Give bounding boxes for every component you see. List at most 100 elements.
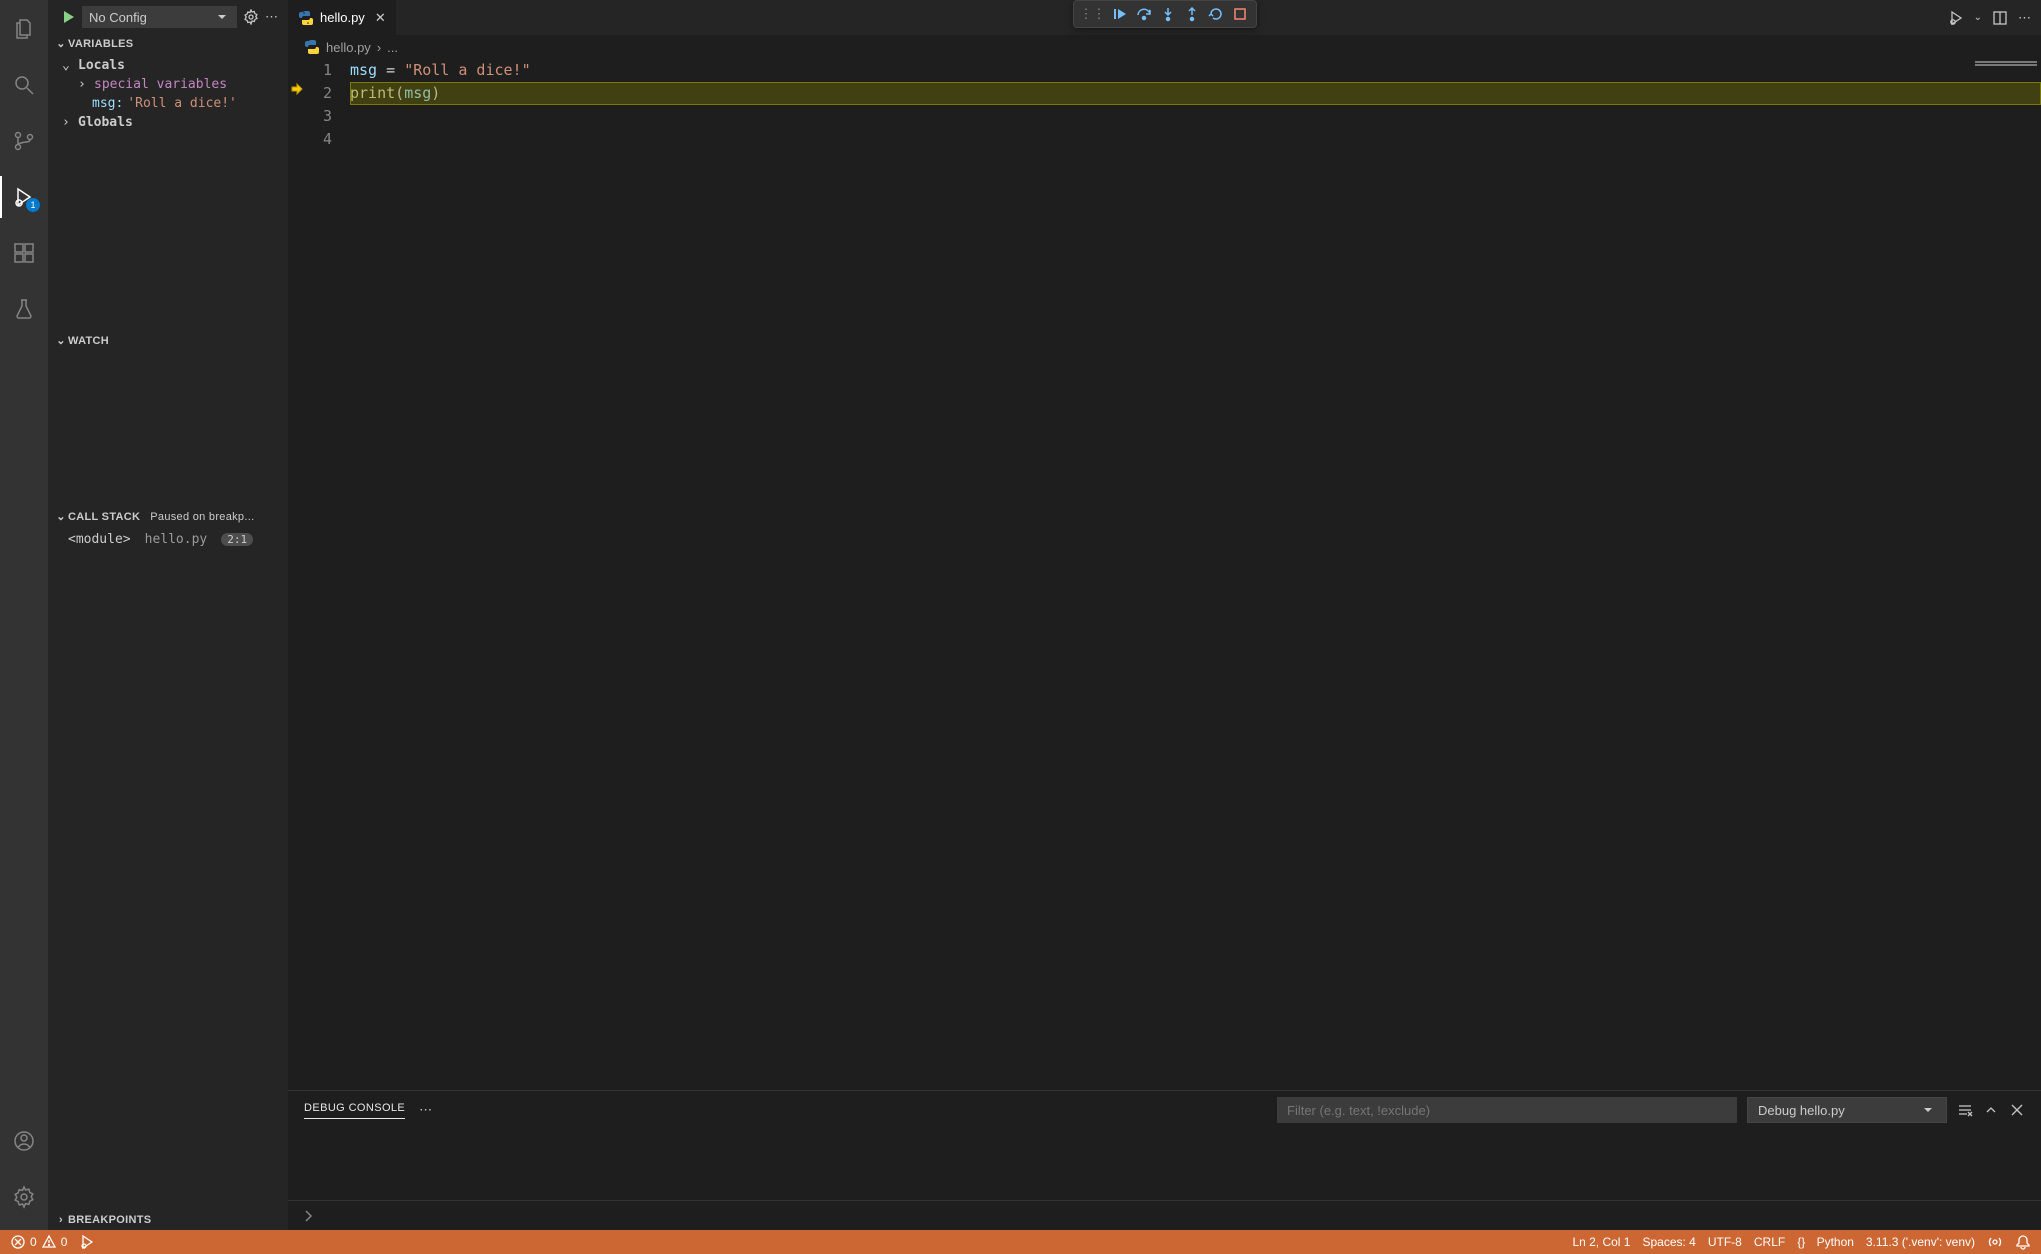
editor-more-button[interactable]: ⋯	[2018, 10, 2031, 26]
minimap-line	[1975, 61, 2037, 63]
drag-handle-icon[interactable]: ⋮⋮	[1080, 6, 1106, 22]
panel-more-tabs[interactable]: ⋯	[419, 1102, 432, 1118]
chevron-down-icon: ⌄	[54, 37, 68, 50]
status-errors[interactable]: 0 0	[10, 1234, 67, 1250]
step-over-button[interactable]	[1134, 4, 1154, 24]
step-into-button[interactable]	[1158, 4, 1178, 24]
breadcrumb-sep: ›	[377, 40, 381, 55]
beaker-icon	[12, 297, 36, 321]
callstack-section-header[interactable]: ⌄ CALL STACK Paused on breakp...	[48, 506, 288, 527]
execution-highlight	[350, 82, 2041, 105]
line-number: 1	[288, 59, 332, 82]
activity-bar: 1	[0, 0, 48, 1230]
special-variables-label: special variables	[94, 77, 227, 92]
continue-button[interactable]	[1110, 4, 1130, 24]
stop-button[interactable]	[1230, 4, 1250, 24]
close-panel-button[interactable]	[2009, 1102, 2025, 1118]
status-bar: 0 0 Ln 2, Col 1 Spaces: 4 UTF-8 CRLF {} …	[0, 1230, 2041, 1254]
debug-config-select[interactable]: No Config	[82, 6, 237, 28]
debug-config-label: No Config	[89, 10, 147, 25]
activity-explorer[interactable]	[0, 8, 48, 50]
minimap[interactable]	[1971, 59, 2041, 1090]
globals-scope[interactable]: › Globals	[48, 113, 288, 132]
play-bug-icon	[1948, 10, 1964, 26]
breadcrumb-file: hello.py	[326, 40, 371, 55]
panel-tab-debug-console[interactable]: DEBUG CONSOLE	[304, 1102, 405, 1119]
chevron-up-icon	[1983, 1102, 1999, 1118]
status-eol[interactable]: CRLF	[1754, 1235, 1785, 1249]
extensions-icon	[12, 241, 36, 265]
broadcast-icon	[1987, 1234, 2003, 1250]
activity-settings[interactable]	[0, 1176, 48, 1218]
locals-label: Locals	[78, 58, 125, 73]
status-debugging[interactable]	[79, 1234, 95, 1250]
step-over-icon	[1136, 6, 1152, 22]
debug-console-repl[interactable]	[288, 1200, 2041, 1230]
tab-filename: hello.py	[320, 10, 365, 25]
run-cell-button[interactable]	[1948, 10, 1964, 26]
debug-session-select[interactable]: Debug hello.py	[1747, 1097, 1947, 1123]
activity-debug[interactable]: 1	[0, 176, 48, 218]
debug-settings-button[interactable]	[243, 9, 259, 25]
activity-extensions[interactable]	[0, 232, 48, 274]
chevron-down-icon: ⌄	[54, 510, 68, 523]
status-language[interactable]: {} Python	[1797, 1235, 1854, 1249]
variables-section-header[interactable]: ⌄ VARIABLES	[48, 33, 288, 54]
callstack-title: CALL STACK	[68, 511, 140, 523]
chevron-down-icon: ⌄	[62, 58, 74, 73]
collapse-panel-button[interactable]	[1983, 1102, 1999, 1118]
gear-icon	[12, 1185, 36, 1209]
activity-scm[interactable]	[0, 120, 48, 162]
split-icon	[1992, 10, 2008, 26]
step-out-icon	[1184, 6, 1200, 22]
clear-icon	[1957, 1102, 1973, 1118]
debug-sidebar: No Config ⋯ ⌄ VARIABLES ⌄ Locals	[48, 0, 288, 1230]
callstack-frame[interactable]: <module> hello.py 2:1	[48, 529, 288, 550]
search-icon	[12, 73, 36, 97]
breakpoints-section-header[interactable]: › BREAKPOINTS	[48, 1210, 288, 1230]
code-editor[interactable]: 1 2 3 4 msg = "Roll a dice!" print(msg)	[288, 59, 2041, 1090]
python-icon	[298, 10, 314, 26]
minimap-line	[1975, 64, 2037, 66]
special-variables-row[interactable]: › special variables	[48, 75, 288, 94]
breadcrumb[interactable]: hello.py › ...	[288, 35, 2041, 59]
split-editor-button[interactable]	[1992, 10, 2008, 26]
run-dropdown[interactable]: ⌄	[1974, 12, 1982, 23]
tab-close-button[interactable]: ✕	[375, 10, 386, 26]
breadcrumb-more: ...	[387, 40, 398, 55]
line-gutter: 1 2 3 4	[288, 59, 350, 1090]
step-out-button[interactable]	[1182, 4, 1202, 24]
restart-button[interactable]	[1206, 4, 1226, 24]
tab-hello-py[interactable]: hello.py ✕	[288, 0, 397, 35]
editor-area: hello.py ✕ ⋮⋮ ⌄	[288, 0, 2041, 1230]
step-into-icon	[1160, 6, 1176, 22]
tab-bar: hello.py ✕ ⋮⋮ ⌄	[288, 0, 2041, 35]
variable-msg[interactable]: msg: 'Roll a dice!'	[48, 94, 288, 113]
debug-more-button[interactable]: ⋯	[265, 9, 278, 25]
variable-name: msg:	[92, 96, 123, 111]
status-spaces[interactable]: Spaces: 4	[1642, 1235, 1695, 1249]
activity-search[interactable]	[0, 64, 48, 106]
status-cursor-position[interactable]: Ln 2, Col 1	[1572, 1235, 1630, 1249]
debug-icon	[79, 1234, 95, 1250]
clear-console-button[interactable]	[1957, 1102, 1973, 1118]
files-icon	[12, 17, 36, 41]
variable-value: 'Roll a dice!'	[127, 96, 237, 111]
debug-console-filter[interactable]	[1277, 1097, 1737, 1123]
python-icon	[304, 39, 320, 55]
status-encoding[interactable]: UTF-8	[1708, 1235, 1742, 1249]
continue-icon	[1112, 6, 1128, 22]
chevron-down-icon	[214, 9, 230, 25]
status-notifications[interactable]	[2015, 1234, 2031, 1250]
activity-testing[interactable]	[0, 288, 48, 330]
activity-accounts[interactable]	[0, 1120, 48, 1162]
bell-icon	[2015, 1234, 2031, 1250]
code-lines: msg = "Roll a dice!" print(msg)	[350, 59, 2041, 1090]
locals-scope[interactable]: ⌄ Locals	[48, 56, 288, 75]
status-feedback[interactable]	[1987, 1234, 2003, 1250]
stop-icon	[1232, 6, 1248, 22]
status-interpreter[interactable]: 3.11.3 ('.venv': venv)	[1866, 1235, 1975, 1249]
watch-section-header[interactable]: ⌄ WATCH	[48, 330, 288, 351]
start-debug-button[interactable]	[60, 9, 76, 25]
branch-icon	[12, 129, 36, 153]
